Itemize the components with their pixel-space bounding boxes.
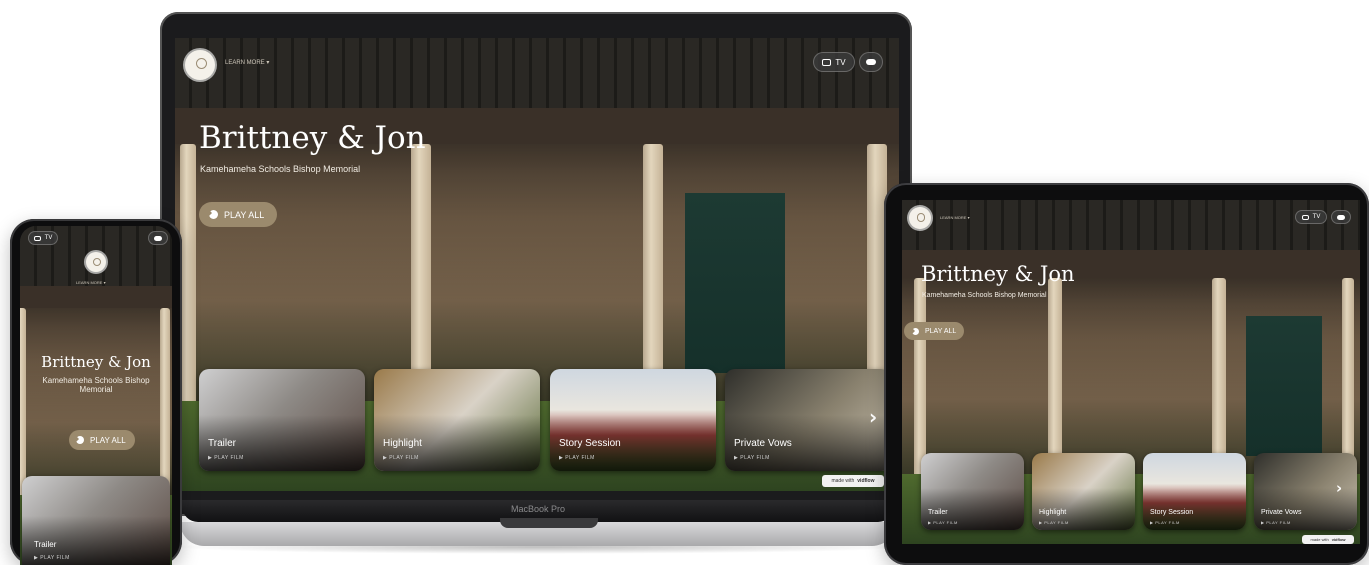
play-all-button[interactable]: PLAY ALL (904, 322, 964, 340)
tv-label: TV (1312, 214, 1321, 220)
play-circle-icon (912, 327, 919, 335)
venue-subtitle: Kamehameha Schools Bishop Memorial (922, 292, 1047, 299)
card-play-film: ▶ PLAY FILM (1039, 520, 1069, 525)
learn-more-link[interactable]: LEARN MORE ▾ (225, 59, 269, 66)
tv-button[interactable]: TV (813, 52, 855, 72)
learn-more-link[interactable]: LEARN MORE ▾ (76, 280, 106, 285)
download-button[interactable] (1331, 210, 1351, 224)
chevron-down-icon: ▾ (266, 60, 270, 66)
green-door (1246, 316, 1322, 456)
tablet-screen: LEARN MORE ▾ TV Brittney & Jon Kamehameh… (902, 200, 1360, 544)
film-card-trailer[interactable]: Trailer ▶ PLAY FILM (199, 369, 365, 471)
chevron-down-icon: ▾ (103, 280, 106, 285)
card-title: Trailer (208, 438, 236, 449)
card-play-film: ▶ PLAY FILM (34, 555, 70, 561)
film-card-trailer[interactable]: Trailer ▶ PLAY FILM (921, 453, 1024, 530)
play-circle-icon (209, 210, 218, 219)
chevron-right-icon[interactable]: › (1336, 479, 1342, 497)
cloud-download-icon (1337, 214, 1345, 220)
card-action: PLAY FILM (1044, 520, 1069, 525)
film-card-story-session[interactable]: Story Session ▶ PLAY FILM (550, 369, 716, 471)
learn-more-label: LEARN MORE (225, 60, 265, 66)
laptop-model-label: MacBook Pro (510, 504, 566, 514)
tv-label: TV (44, 235, 53, 241)
card-title: Trailer (34, 540, 57, 549)
couple-title: Brittney & Jon (199, 120, 426, 156)
card-title: Private Vows (734, 438, 792, 449)
learn-more-label: LEARN MORE (940, 215, 967, 220)
chevron-down-icon: ▾ (967, 215, 970, 220)
badge-brand: vidflow (857, 478, 875, 484)
venue-subtitle: Kamehameha Schools Bishop Memorial (200, 164, 361, 174)
card-play-film: ▶ PLAY FILM (383, 455, 419, 461)
card-play-film: ▶ PLAY FILM (1261, 520, 1291, 525)
card-play-film: ▶ PLAY FILM (559, 455, 595, 461)
cloud-download-icon (866, 59, 876, 65)
logo-seal[interactable] (185, 50, 215, 80)
porch-roof (902, 200, 1360, 250)
card-title: Highlight (383, 438, 422, 449)
couple-title: Brittney & Jon (41, 353, 151, 371)
venue-subtitle: Kamehameha Schools Bishop Memorial (42, 376, 150, 394)
card-title: Private Vows (1261, 509, 1302, 516)
vidflow-badge[interactable]: made with vidflow (822, 475, 884, 487)
tv-label: TV (835, 57, 846, 67)
film-card-private-vows[interactable]: Private Vows ▶ PLAY FILM (725, 369, 891, 471)
play-all-label: PLAY ALL (224, 209, 265, 220)
vidflow-badge[interactable]: made with vidflow (1302, 535, 1354, 544)
tv-button[interactable]: TV (1295, 210, 1327, 224)
card-action: PLAY FILM (565, 455, 595, 461)
learn-more-label: LEARN MORE (76, 280, 103, 285)
laptop-notch (500, 518, 598, 528)
download-button[interactable] (859, 52, 883, 72)
play-all-button[interactable]: PLAY ALL (199, 202, 277, 227)
badge-prefix: made with (831, 478, 855, 484)
card-action: PLAY FILM (1155, 520, 1180, 525)
card-action: PLAY FILM (740, 455, 770, 461)
card-play-film: ▶ PLAY FILM (1150, 520, 1180, 525)
card-play-film: ▶ PLAY FILM (734, 455, 770, 461)
film-card-trailer[interactable]: Trailer ▶ PLAY FILM (22, 476, 170, 565)
laptop-screen: LEARN MORE ▾ TV Brittney & Jon Kamehameh… (175, 38, 899, 491)
badge-brand: vidflow (1331, 537, 1346, 542)
green-door (685, 193, 785, 373)
card-title: Highlight (1039, 509, 1067, 516)
card-title: Story Session (559, 438, 621, 449)
play-all-button[interactable]: PLAY ALL (69, 430, 135, 450)
card-play-film: ▶ PLAY FILM (208, 455, 244, 461)
card-title: Trailer (928, 509, 948, 516)
learn-more-link[interactable]: LEARN MORE ▾ (940, 215, 970, 220)
logo-seal[interactable] (909, 207, 931, 229)
tv-icon (33, 235, 41, 241)
tv-icon (1301, 214, 1309, 220)
porch-beam (20, 286, 172, 308)
play-all-label: PLAY ALL (90, 435, 126, 445)
card-action: PLAY FILM (40, 555, 70, 561)
film-card-story-session[interactable]: Story Session ▶ PLAY FILM (1143, 453, 1246, 530)
card-action: PLAY FILM (1266, 520, 1291, 525)
badge-prefix: made with (1310, 537, 1329, 542)
cloud-download-icon (154, 235, 162, 241)
tv-icon (822, 58, 832, 66)
film-card-highlight[interactable]: Highlight ▶ PLAY FILM (1032, 453, 1135, 530)
porch-column (180, 144, 196, 434)
download-button[interactable] (148, 231, 168, 245)
play-all-label: PLAY ALL (925, 327, 957, 335)
logo-seal[interactable] (86, 252, 106, 272)
card-action: PLAY FILM (214, 455, 244, 461)
porch-roof (175, 38, 899, 108)
play-circle-icon (76, 436, 84, 444)
tv-button[interactable]: TV (28, 231, 58, 245)
card-action: PLAY FILM (389, 455, 419, 461)
phone-screen: TV LEARN MORE ▾ Brittney & Jon Kamehameh… (20, 226, 172, 565)
film-card-highlight[interactable]: Highlight ▶ PLAY FILM (374, 369, 540, 471)
chevron-right-icon[interactable]: › (869, 405, 877, 429)
card-action: PLAY FILM (933, 520, 958, 525)
card-play-film: ▶ PLAY FILM (928, 520, 958, 525)
card-title: Story Session (1150, 509, 1194, 516)
couple-title: Brittney & Jon (921, 262, 1075, 286)
